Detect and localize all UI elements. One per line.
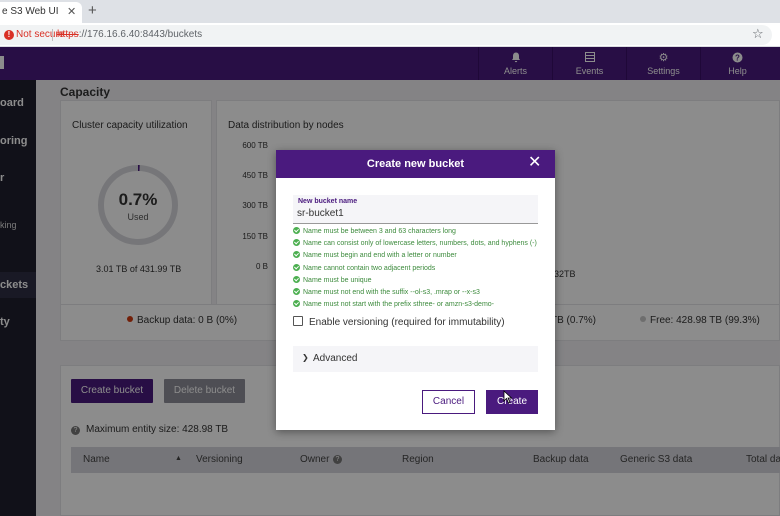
versioning-option[interactable]: Enable versioning (required for immutabi…: [293, 316, 505, 328]
name-rule: Name must not end with the suffix --ol-s…: [293, 287, 543, 299]
create-bucket-dialog: Create new bucket ✕ New bucket name Name…: [276, 150, 555, 430]
rule-text: Name must begin and end with a letter or…: [303, 252, 457, 260]
omnibox[interactable]: ! Not secure https://176.16.6.40:8443/bu…: [0, 25, 772, 45]
url-path: ://176.16.6.40:8443/buckets: [78, 29, 203, 40]
new-tab-button[interactable]: +: [88, 2, 97, 19]
check-circle-icon: [293, 275, 300, 283]
name-rule: Name can consist only of lowercase lette…: [293, 238, 543, 250]
check-circle-icon: [293, 300, 300, 308]
check-circle-icon: [293, 239, 300, 247]
close-icon[interactable]: ✕: [528, 154, 541, 172]
mouse-cursor-icon: [503, 390, 513, 404]
browser-tab[interactable]: e S3 Web UI ✕: [0, 2, 82, 23]
bookmark-star-icon[interactable]: ☆: [752, 26, 764, 42]
dialog-header: Create new bucket ✕: [276, 150, 555, 178]
browser-tabbar: e S3 Web UI ✕ +: [0, 0, 780, 23]
name-rule: Name must be between 3 and 63 characters…: [293, 226, 543, 238]
rule-text: Name must not end with the suffix --ol-s…: [303, 288, 480, 296]
dialog-title: Create new bucket: [366, 158, 465, 170]
advanced-section-toggle[interactable]: ❯ Advanced: [293, 346, 538, 372]
bucket-name-label: New bucket name: [298, 198, 358, 205]
tab-close-icon[interactable]: ✕: [67, 5, 76, 18]
name-rule: Name cannot contain two adjacent periods: [293, 263, 543, 275]
versioning-checkbox[interactable]: [293, 316, 303, 327]
url-text[interactable]: https://176.16.6.40:8443/buckets: [57, 29, 202, 40]
check-circle-icon: [293, 251, 300, 259]
rule-text: Name cannot contain two adjacent periods: [303, 264, 436, 272]
address-divider: [52, 29, 53, 41]
check-circle-icon: [293, 263, 300, 271]
name-rules-list: Name must be between 3 and 63 characters…: [293, 226, 543, 311]
name-rule: Name must be unique: [293, 275, 543, 287]
rule-text: Name must not start with the prefix sthr…: [303, 301, 495, 309]
check-circle-icon: [293, 227, 300, 234]
bucket-name-input[interactable]: [297, 208, 533, 219]
rule-text: Name must be between 3 and 63 characters…: [303, 228, 456, 235]
bucket-name-field[interactable]: New bucket name: [293, 195, 538, 224]
url-scheme: https: [57, 29, 79, 40]
rule-text: Name can consist only of lowercase lette…: [303, 240, 537, 248]
advanced-label: Advanced: [313, 353, 358, 364]
address-bar: ! Not secure https://176.16.6.40:8443/bu…: [0, 23, 780, 47]
cancel-button[interactable]: Cancel: [422, 390, 475, 414]
tab-title: e S3 Web UI: [2, 6, 59, 17]
name-rule: Name must not start with the prefix sthr…: [293, 299, 543, 311]
check-circle-icon: [293, 287, 300, 295]
rule-text: Name must be unique: [303, 276, 372, 284]
name-rule: Name must begin and end with a letter or…: [293, 250, 543, 262]
chevron-right-icon: ❯: [302, 353, 309, 362]
warning-icon: !: [4, 30, 14, 40]
versioning-label: Enable versioning (required for immutabi…: [309, 317, 505, 328]
